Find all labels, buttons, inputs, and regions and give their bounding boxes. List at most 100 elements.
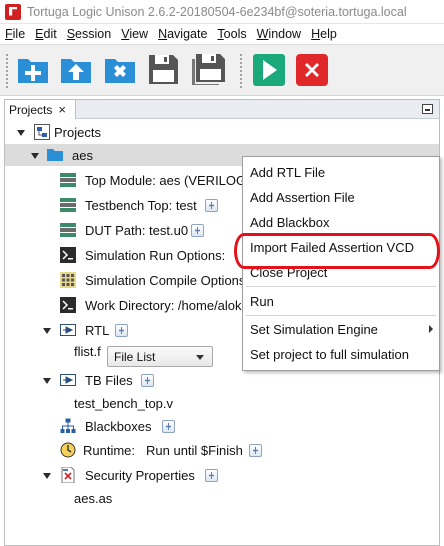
add-rtl-button[interactable] xyxy=(115,324,128,337)
highlight-annotation xyxy=(234,233,440,269)
security-properties-label: Security Properties xyxy=(85,468,195,483)
menu-item-label: Add Blackbox xyxy=(250,214,330,230)
runtime-value: Run until $Finish xyxy=(146,443,243,458)
add-blackbox-button[interactable] xyxy=(162,420,175,433)
expand-toggle-icon[interactable] xyxy=(31,151,40,160)
menu-help[interactable]: Help xyxy=(306,27,342,41)
module-icon xyxy=(60,173,76,187)
sim-run-options-label: Simulation Run Options: xyxy=(85,248,226,263)
chevron-down-icon xyxy=(196,355,204,360)
menu-edit[interactable]: Edit xyxy=(30,27,62,41)
menu-item-add-rtl-file[interactable]: Add RTL File xyxy=(243,160,439,184)
expand-toggle-icon[interactable] xyxy=(17,128,26,137)
new-project-button[interactable] xyxy=(17,53,49,85)
menu-item-label: Run xyxy=(250,293,274,309)
save-button[interactable] xyxy=(147,53,179,85)
top-module-label: Top Module: aes (VERILOG xyxy=(85,173,247,188)
hierarchy-icon xyxy=(60,418,76,433)
menu-separator xyxy=(246,286,436,287)
menu-item-add-assertion-file[interactable]: Add Assertion File xyxy=(243,185,439,209)
menu-item-add-blackbox[interactable]: Add Blackbox xyxy=(243,210,439,234)
tree-root-row[interactable]: Projects xyxy=(5,121,439,143)
tb-files-label: TB Files xyxy=(85,373,133,388)
rtl-label: RTL xyxy=(85,323,110,338)
rtl-icon xyxy=(60,324,76,336)
stop-button[interactable] xyxy=(296,54,328,86)
toolbar xyxy=(0,44,444,96)
rtl-file-type-value: File List xyxy=(114,349,156,364)
menu-session[interactable]: Session xyxy=(62,27,116,41)
edit-dut-button[interactable] xyxy=(191,224,204,237)
menu-view[interactable]: View xyxy=(116,27,153,41)
save-all-icon xyxy=(192,54,225,87)
tb-file-label: test_bench_top.v xyxy=(74,396,174,411)
rtl-icon xyxy=(60,374,76,386)
work-directory-label: Work Directory: /home/alok xyxy=(85,298,242,313)
security-file-label: aes.as xyxy=(74,491,113,506)
tab-projects-label: Projects xyxy=(9,102,53,117)
rtl-file-label: flist.f xyxy=(74,344,101,359)
toolbar-grip[interactable] xyxy=(5,53,9,89)
new-project-icon xyxy=(18,59,48,83)
tree-blackboxes-row[interactable]: Blackboxes xyxy=(5,415,439,437)
compile-icon xyxy=(60,272,76,288)
menu-file[interactable]: File xyxy=(0,27,30,41)
menu-navigate[interactable]: Navigate xyxy=(153,27,212,41)
open-project-icon xyxy=(61,59,91,83)
minimize-panel-button[interactable] xyxy=(422,104,433,114)
blackboxes-label: Blackboxes xyxy=(85,419,152,434)
dut-path-label: DUT Path: test.u0 xyxy=(85,223,189,238)
open-project-button[interactable] xyxy=(60,53,92,85)
run-button[interactable] xyxy=(253,54,285,86)
tree-root-label: Projects xyxy=(54,125,101,140)
testbench-top-label: Testbench Top: test xyxy=(85,198,197,213)
edit-runtime-button[interactable] xyxy=(249,444,262,457)
add-tb-file-button[interactable] xyxy=(141,374,154,387)
window-title: Tortuga Logic Unison 2.6.2-20180504-6e23… xyxy=(27,4,407,19)
menu-bar: File Edit Session View Navigate Tools Window He… xyxy=(0,24,444,43)
module-icon xyxy=(60,223,76,237)
tree-runtime-row[interactable]: Runtime: Run until $Finish xyxy=(5,439,439,461)
panel-tab-strip: Projects × xyxy=(5,100,439,119)
tab-projects[interactable]: Projects × xyxy=(5,100,76,119)
close-icon[interactable]: × xyxy=(58,102,66,117)
terminal-icon xyxy=(60,247,76,263)
menu-tools[interactable]: Tools xyxy=(212,27,251,41)
menu-item-label: Set project to full simulation xyxy=(250,346,409,362)
projects-icon xyxy=(34,124,50,140)
menu-window[interactable]: Window xyxy=(252,27,306,41)
menu-item-run[interactable]: Run xyxy=(243,289,439,313)
close-project-button[interactable] xyxy=(104,53,136,85)
rtl-file-type-select[interactable]: File List xyxy=(107,346,213,367)
save-icon xyxy=(149,55,178,84)
menu-item-set-full-simulation[interactable]: Set project to full simulation xyxy=(243,342,439,366)
menu-item-label: Set Simulation Engine xyxy=(250,321,378,337)
close-project-icon xyxy=(105,59,135,83)
tree-security-file-row[interactable]: aes.as xyxy=(5,488,439,510)
expand-toggle-icon[interactable] xyxy=(43,326,52,335)
app-logo-icon xyxy=(5,3,21,20)
tree-tb-file-row[interactable]: test_bench_top.v xyxy=(5,393,439,415)
sim-compile-options-label: Simulation Compile Options xyxy=(85,273,246,288)
menu-item-label: Add Assertion File xyxy=(250,189,355,205)
module-icon xyxy=(60,198,76,212)
expand-toggle-icon[interactable] xyxy=(43,471,52,480)
menu-item-set-simulation-engine[interactable]: Set Simulation Engine xyxy=(243,317,439,341)
folder-icon xyxy=(47,149,63,161)
security-file-icon xyxy=(61,467,75,483)
terminal-icon xyxy=(60,297,76,313)
edit-testbench-button[interactable] xyxy=(205,199,218,212)
expand-toggle-icon[interactable] xyxy=(43,376,52,385)
runtime-label: Runtime: xyxy=(83,443,136,458)
toolbar-grip[interactable] xyxy=(239,53,243,89)
clock-icon xyxy=(60,442,76,458)
tree-tb-files-row[interactable]: TB Files xyxy=(5,369,439,391)
menu-separator xyxy=(246,315,436,316)
add-security-property-button[interactable] xyxy=(205,469,218,482)
save-all-button[interactable] xyxy=(192,53,225,87)
tree-security-row[interactable]: Security Properties xyxy=(5,464,439,486)
tree-project-label: aes xyxy=(72,148,93,163)
title-bar: Tortuga Logic Unison 2.6.2-20180504-6e23… xyxy=(0,0,444,24)
menu-item-label: Add RTL File xyxy=(250,164,326,180)
stop-icon xyxy=(296,54,328,86)
